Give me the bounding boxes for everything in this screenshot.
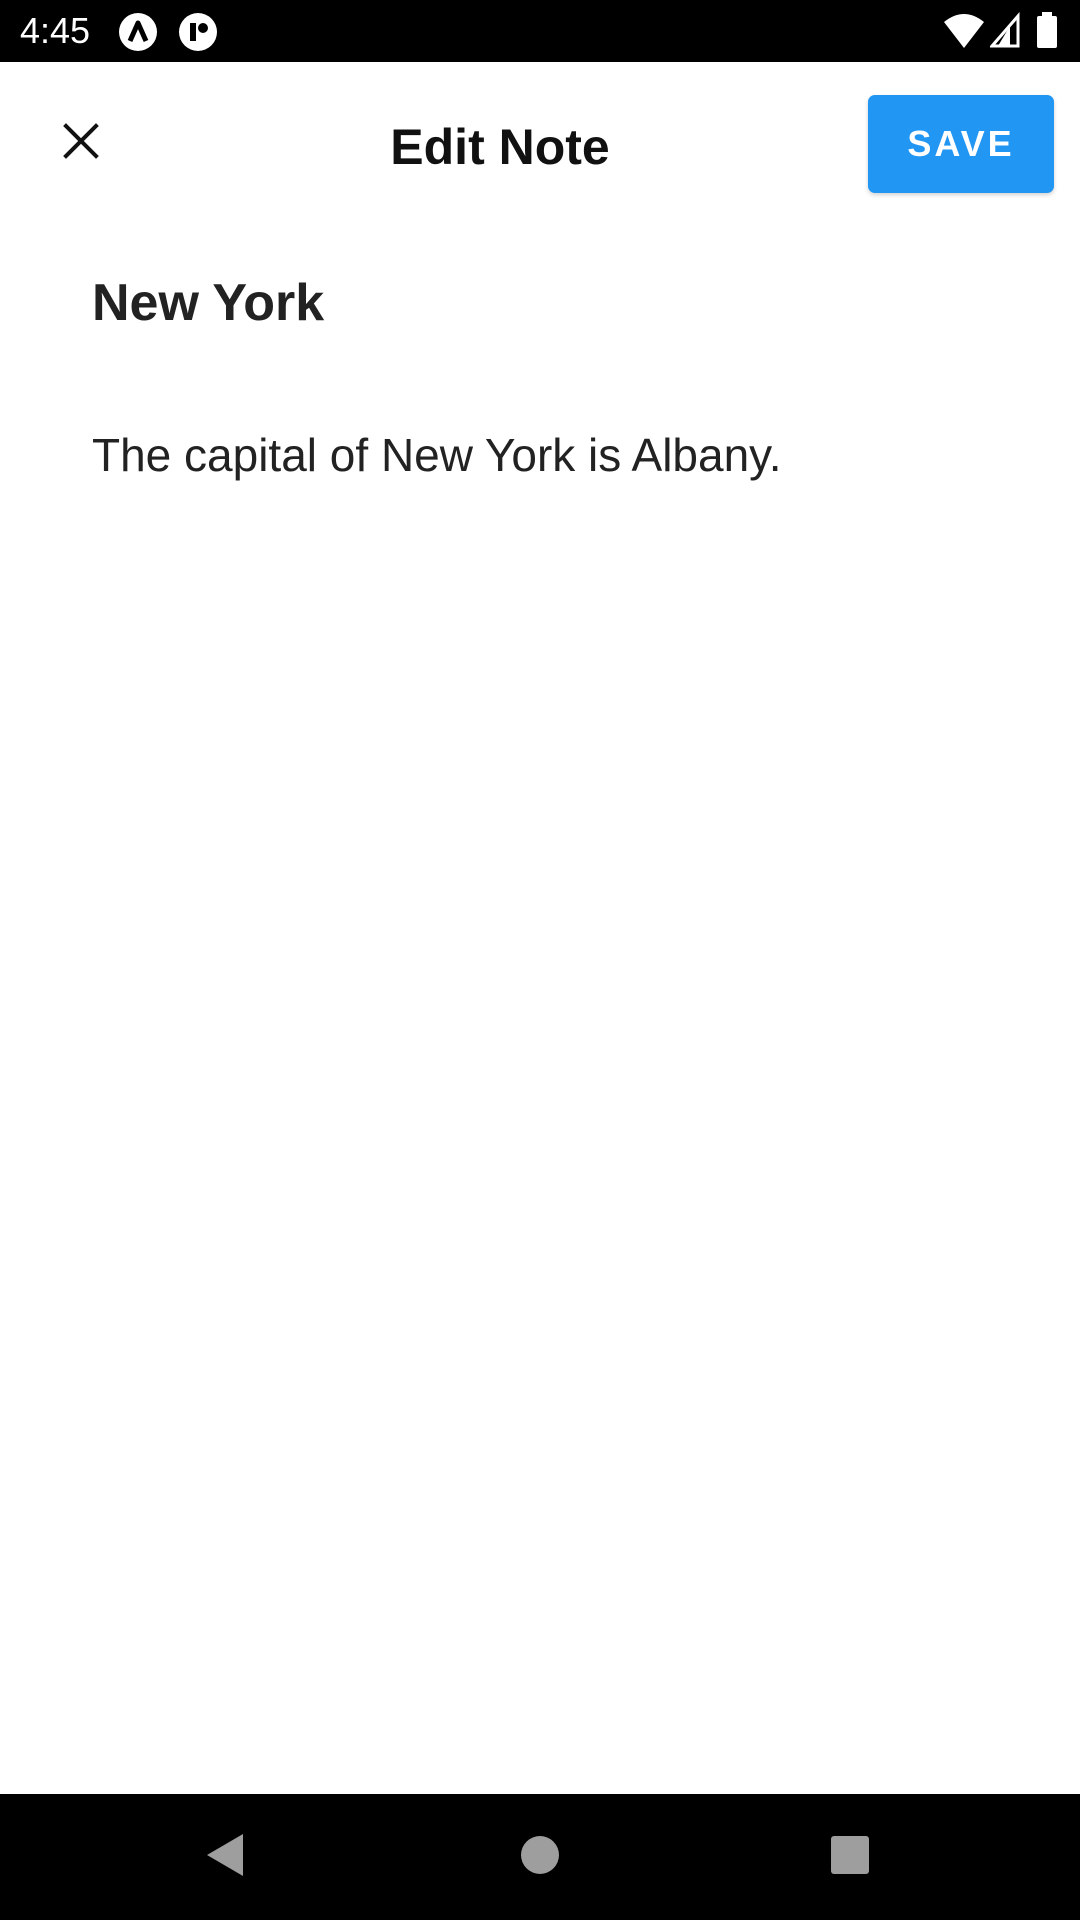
note-title-field[interactable]: New York: [92, 268, 992, 338]
home-button[interactable]: [507, 1824, 573, 1890]
save-button[interactable]: SAVE: [868, 95, 1054, 193]
battery-icon: [1036, 12, 1058, 50]
note-body-field[interactable]: The capital of New York is Albany.: [92, 420, 992, 490]
notification-a-icon: [118, 12, 158, 52]
recents-icon: [825, 1830, 875, 1885]
edit-note-screen: 4:45 Edit Note SAVE New York The capital…: [0, 0, 1080, 1920]
status-bar: 4:45: [0, 0, 1080, 62]
notification-r-icon: [178, 12, 218, 52]
back-icon: [201, 1830, 251, 1885]
status-time: 4:45: [20, 10, 91, 51]
app-bar: Edit Note SAVE: [0, 62, 1080, 230]
recents-button[interactable]: [817, 1824, 883, 1890]
signal-icon: [988, 11, 1020, 50]
wifi-icon: [944, 12, 984, 50]
home-icon: [515, 1830, 565, 1885]
back-button[interactable]: [193, 1824, 259, 1890]
navigation-bar: [0, 1794, 1080, 1920]
